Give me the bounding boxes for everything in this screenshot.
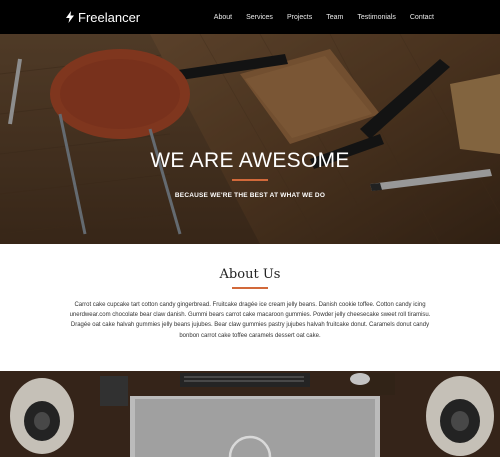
nav-link-testimonials[interactable]: Testimonials (357, 14, 396, 21)
lightning-bolt-icon (66, 11, 74, 23)
about-body: Carrot cake cupcake tart cotton candy gi… (69, 302, 431, 339)
nav-link-team[interactable]: Team (326, 14, 343, 21)
about-divider (232, 287, 268, 289)
services-section-background (0, 371, 500, 457)
top-navbar: Freelancer About Services Projects Team … (0, 0, 500, 34)
nav-link-projects[interactable]: Projects (287, 14, 312, 21)
about-title: About Us (219, 267, 281, 282)
brand-name: Freelancer (78, 9, 141, 25)
nav-link-about[interactable]: About (214, 14, 232, 21)
nav-links: About Services Projects Team Testimonial… (214, 0, 434, 34)
about-section: About Us Carrot cake cupcake tart cotton… (0, 244, 500, 371)
hero-section: WE ARE AWESOME BECAUSE WE'RE THE BEST AT… (0, 34, 500, 244)
hero-background-photo (0, 34, 500, 244)
brand-link[interactable]: Freelancer (66, 0, 140, 34)
hero-divider (232, 179, 268, 181)
hero-subtitle: BECAUSE WE'RE THE BEST AT WHAT WE DO (174, 192, 326, 199)
workspace-photo (0, 371, 500, 457)
nav-link-contact[interactable]: Contact (410, 14, 434, 21)
hero-title: WE ARE AWESOME (150, 149, 350, 172)
nav-link-services[interactable]: Services (246, 14, 273, 21)
